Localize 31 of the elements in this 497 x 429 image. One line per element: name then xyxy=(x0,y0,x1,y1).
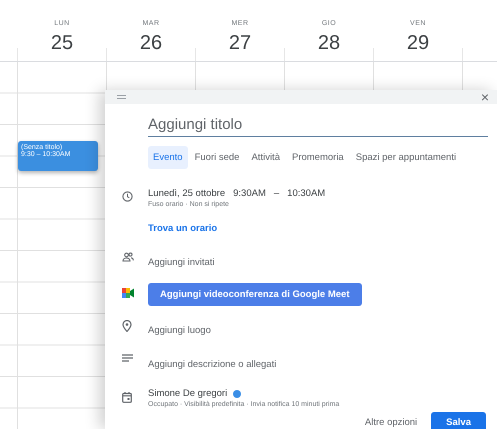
event-type-tab[interactable]: Spazi per appuntamenti xyxy=(350,146,462,169)
event-type-tab[interactable]: Evento xyxy=(148,146,188,169)
calendar-icon xyxy=(122,392,132,403)
date-number[interactable]: 26 xyxy=(140,32,162,55)
more-options-button[interactable]: Altre opzioni xyxy=(360,412,422,429)
calendar-name[interactable]: Simone De gregori xyxy=(148,388,228,399)
title-input[interactable]: Aggiungi titolo xyxy=(148,114,488,137)
clock-icon xyxy=(122,191,133,202)
description-icon xyxy=(122,354,133,362)
meet-button[interactable]: Aggiungi videoconferenza di Google Meet xyxy=(148,283,362,306)
start-time[interactable]: 9:30AM xyxy=(233,188,266,199)
field-prompt[interactable]: Aggiungi descrizione o allegati xyxy=(148,359,276,370)
end-time[interactable]: 10:30AM xyxy=(287,188,326,199)
time-separator: – xyxy=(274,188,280,199)
field-prompt[interactable]: Aggiungi luogo xyxy=(148,325,211,336)
date-number[interactable]: 25 xyxy=(50,32,74,55)
close-button[interactable]: × xyxy=(478,90,491,104)
event-type-tab[interactable]: Promemoria xyxy=(286,146,349,169)
event-type-tab[interactable]: Fuori sede xyxy=(190,146,244,169)
people-icon xyxy=(122,252,134,262)
event-date[interactable]: Lunedì, 25 ottobre xyxy=(148,188,226,199)
date-number[interactable]: 28 xyxy=(318,32,340,55)
save-button[interactable]: Salva xyxy=(431,412,486,429)
date-number[interactable]: 29 xyxy=(406,32,430,55)
drag-handle-icon[interactable] xyxy=(117,95,126,99)
event-type-tab[interactable]: Attività xyxy=(246,146,285,169)
video-call-icon xyxy=(122,288,134,298)
field-prompt[interactable]: Aggiungi invitati xyxy=(148,257,215,268)
find-time-link[interactable]: Trova un orario xyxy=(148,223,218,234)
location-pin-icon xyxy=(122,320,132,332)
date-number[interactable]: 27 xyxy=(228,32,252,55)
